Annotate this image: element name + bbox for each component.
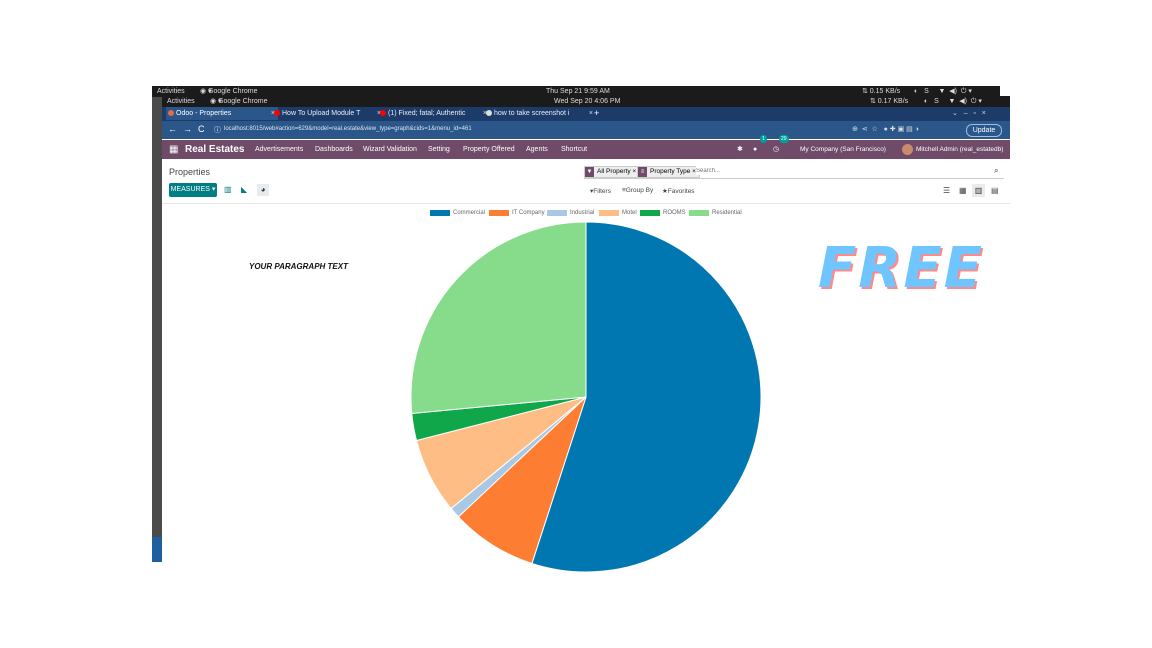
pie-chart[interactable] <box>0 0 1152 648</box>
pie-slice-residential[interactable] <box>410 221 587 415</box>
free-overlay-text: FREE <box>818 236 984 301</box>
paragraph-overlay-text: YOUR PARAGRAPH TEXT <box>249 262 348 271</box>
